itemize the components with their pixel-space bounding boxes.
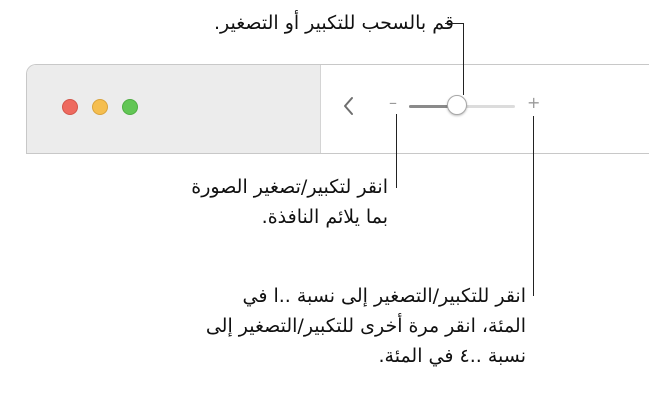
- minimize-window-button[interactable]: [92, 99, 108, 115]
- window-sidebar: [27, 65, 321, 153]
- zoom-window-button[interactable]: [122, 99, 138, 115]
- app-window: – +: [26, 64, 649, 154]
- callout-fit-line-2: بما يلائم النافذة.: [261, 206, 388, 228]
- zoom-slider-thumb[interactable]: [446, 95, 467, 115]
- callout-drag-leader-h: [445, 23, 464, 24]
- callout-fit-line-1: انقر لتكبير/تصغير الصورة: [191, 176, 388, 198]
- close-window-button[interactable]: [62, 99, 78, 115]
- annotated-screenshot: – + قم بالسحب للتكبير أو التصغير. انقر ل…: [0, 0, 649, 404]
- zoom-in-button[interactable]: +: [527, 93, 540, 113]
- callout-fit-leader-v: [396, 114, 397, 188]
- callout-plus-line-1: انقر للتكبير/التصغير إلى نسبة ..ا في: [242, 285, 526, 307]
- callout-zoom-plus: انقر للتكبير/التصغير إلى نسبة ..ا في الم…: [206, 281, 526, 371]
- callout-fit-window: انقر لتكبير/تصغير الصورة بما يلائم الناف…: [191, 172, 388, 232]
- callout-plus-line-3: نسبة ..٤ في المئة.: [378, 345, 526, 367]
- zoom-out-button[interactable]: –: [389, 93, 397, 113]
- callout-plus-leader-v: [533, 116, 534, 296]
- callout-drag-slider: قم بالسحب للتكبير أو التصغير.: [214, 8, 454, 38]
- callout-drag-slider-text: قم بالسحب للتكبير أو التصغير.: [213, 12, 454, 34]
- callout-drag-leader-v: [463, 23, 464, 95]
- chevron-left-icon[interactable]: [341, 95, 357, 117]
- callout-plus-line-2: المئة، انقر مرة أخرى للتكبير/التصغير إلى: [205, 315, 526, 337]
